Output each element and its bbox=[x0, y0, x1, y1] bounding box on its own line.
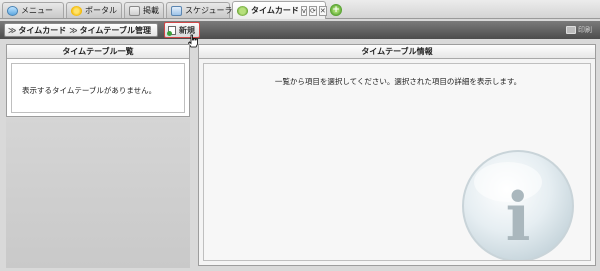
print-button-label: 印刷 bbox=[578, 26, 592, 34]
breadcrumb-separator-icon: ≫ bbox=[8, 25, 17, 35]
tab-dropdown-icon[interactable]: v bbox=[300, 5, 307, 16]
breadcrumb-item-timecard[interactable]: タイムカード bbox=[18, 25, 66, 36]
menu-icon bbox=[7, 5, 18, 16]
print-button[interactable]: 印刷 bbox=[566, 24, 592, 36]
tab-bar: メニュー ポータル 掲載 スケジューラ タイムカード v ⟳ ✕ + bbox=[0, 0, 600, 19]
timetable-list-title: タイムテーブル一覧 bbox=[7, 45, 189, 59]
tab-portal[interactable]: ポータル bbox=[66, 2, 122, 18]
tab-news[interactable]: 掲載 bbox=[124, 2, 164, 18]
add-tab-icon[interactable]: + bbox=[330, 4, 342, 16]
tab-label: タイムカード bbox=[251, 6, 299, 15]
tab-scheduler[interactable]: スケジューラ bbox=[166, 2, 233, 18]
tab-label: スケジューラ bbox=[185, 6, 233, 15]
info-instruction-message: 一覧から項目を選択してください。選択された項目の詳細を表示します。 bbox=[274, 77, 522, 86]
toolbar: ≫ タイムカード ≫ タイムテーブル管理 新規 印刷 bbox=[0, 21, 600, 39]
timetable-info-area: 一覧から項目を選択してください。選択された項目の詳細を表示します。 i bbox=[203, 63, 591, 261]
timetable-list-panel: タイムテーブル一覧 表示するタイムテーブルがありません。 bbox=[6, 44, 190, 117]
empty-list-message: 表示するタイムテーブルがありません。 bbox=[22, 86, 157, 95]
tab-close-icon[interactable]: ✕ bbox=[318, 5, 327, 16]
info-icon: i bbox=[462, 150, 574, 260]
tab-label: メニュー bbox=[21, 6, 53, 15]
info-glyph: i bbox=[505, 178, 530, 256]
timecard-icon bbox=[237, 5, 248, 16]
scheduler-icon bbox=[171, 5, 182, 16]
tab-menu[interactable]: メニュー bbox=[2, 2, 64, 18]
breadcrumb-item-timetable-management[interactable]: タイムテーブル管理 bbox=[80, 25, 151, 36]
tab-timecard[interactable]: タイムカード v ⟳ ✕ bbox=[232, 1, 327, 19]
timetable-info-panel: タイムテーブル情報 一覧から項目を選択してください。選択された項目の詳細を表示し… bbox=[198, 44, 596, 266]
tab-refresh-icon[interactable]: ⟳ bbox=[309, 5, 317, 16]
news-icon bbox=[129, 5, 140, 16]
tab-label: 掲載 bbox=[143, 6, 159, 15]
portal-icon bbox=[71, 5, 82, 16]
printer-icon bbox=[566, 26, 576, 34]
breadcrumb: ≫ タイムカード ≫ タイムテーブル管理 bbox=[4, 23, 158, 37]
breadcrumb-separator-icon: ≫ bbox=[69, 25, 78, 35]
tab-label: ポータル bbox=[85, 6, 117, 15]
timetable-info-title: タイムテーブル情報 bbox=[199, 45, 595, 59]
left-panel-background bbox=[6, 118, 190, 268]
new-document-icon bbox=[167, 25, 176, 36]
